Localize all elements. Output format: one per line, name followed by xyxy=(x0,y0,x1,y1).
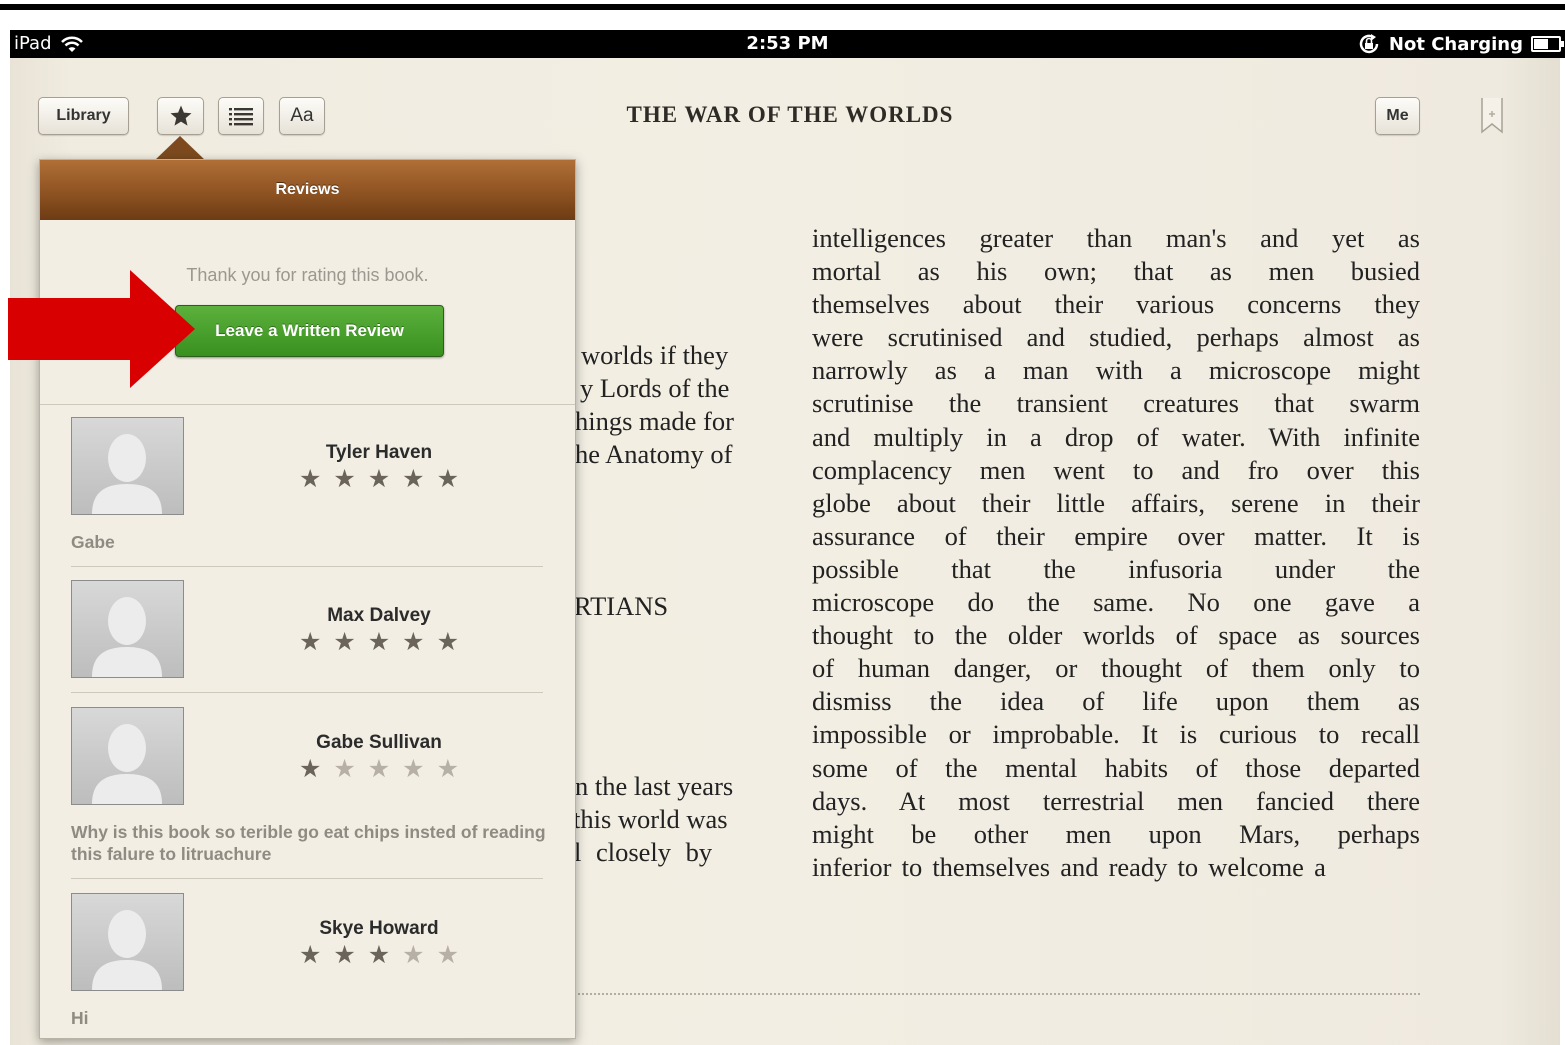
left-page-line: worlds if they xyxy=(581,340,729,370)
star-rating: ★ ★ ★ ★ ★ xyxy=(299,466,459,492)
star-rating: ★ ★ ★ ★ ★ xyxy=(299,942,459,968)
leave-review-button[interactable]: Leave a Written Review xyxy=(175,305,444,357)
table-of-contents-button[interactable] xyxy=(218,97,264,135)
review-text: Hi xyxy=(71,1008,89,1028)
left-page-line: l closely by xyxy=(574,837,713,867)
avatar-silhouette-icon xyxy=(92,910,162,990)
right-page-text: intelligences greater than man's and yet… xyxy=(812,222,1420,884)
text-line: complacency men went to and fro over thi… xyxy=(812,454,1420,485)
text-line: dismiss the idea of life upon them as xyxy=(812,686,1420,717)
left-page-heading: RTIANS xyxy=(574,591,669,621)
star-filled-icon: ★ xyxy=(333,464,356,493)
star-filled-icon: ★ xyxy=(299,940,322,969)
page-divider xyxy=(574,993,1420,995)
top-border xyxy=(0,4,1565,10)
annotation-arrow-icon xyxy=(8,270,195,388)
avatar-silhouette-icon xyxy=(92,724,162,804)
star-filled-icon: ★ xyxy=(367,464,391,493)
avatar xyxy=(71,707,184,805)
left-page-line: y Lords of the xyxy=(580,373,730,403)
star-rating: ★ ★ ★ ★ ★ xyxy=(299,756,459,782)
popover-caret xyxy=(155,136,205,160)
status-time: 2:53 PM xyxy=(746,33,829,54)
star-filled-icon: ★ xyxy=(367,940,391,969)
divider xyxy=(71,878,543,879)
text-line: and multiply in a drop of water. With in… xyxy=(812,421,1420,452)
star-icon xyxy=(170,105,191,126)
reviewer-name: Skye Howard xyxy=(319,918,439,939)
left-page-line: n the last years xyxy=(575,771,734,801)
me-button[interactable]: Me xyxy=(1375,97,1420,135)
text-line: thought to the older worlds of space as … xyxy=(812,620,1420,651)
list-icon xyxy=(229,108,253,126)
star-filled-icon: ★ xyxy=(333,627,356,656)
text-line: days. At most terrestrial men fancied th… xyxy=(812,785,1420,816)
rotation-lock-icon xyxy=(1359,34,1379,54)
status-bar: iPad 2:53 PM Not Charging xyxy=(10,30,1565,58)
arrow-shape xyxy=(8,270,195,388)
reviews-button[interactable] xyxy=(157,97,204,135)
star-filled-icon: ★ xyxy=(436,464,459,493)
text-line: narrowly as a man with a microscope migh… xyxy=(812,355,1420,386)
divider xyxy=(40,404,575,405)
star-filled-icon: ★ xyxy=(436,627,459,656)
star-filled-icon: ★ xyxy=(299,627,322,656)
status-bar-right: Not Charging xyxy=(1357,33,1564,55)
star-filled-icon: ★ xyxy=(299,754,322,783)
text-line: impossible or improbable. It is curious … xyxy=(812,719,1420,750)
avatar-silhouette-icon xyxy=(92,597,162,677)
font-settings-button[interactable]: Aa xyxy=(279,97,325,135)
battery-status-text: Not Charging xyxy=(1388,33,1523,55)
popover-title: Reviews xyxy=(40,160,575,220)
star-empty-icon: ★ xyxy=(333,754,356,783)
star-rating: ★ ★ ★ ★ ★ xyxy=(299,629,459,655)
text-line: themselves about their various concerns … xyxy=(812,289,1420,320)
divider xyxy=(71,692,543,693)
battery-icon xyxy=(1531,36,1564,52)
left-page-line: this world was xyxy=(573,804,728,834)
review-text: Gabe xyxy=(71,532,115,552)
divider xyxy=(71,566,543,567)
text-line: were scrutinised and studied, perhaps al… xyxy=(812,322,1420,353)
star-filled-icon: ★ xyxy=(333,940,356,969)
text-line: of human danger, or thought of them only… xyxy=(812,653,1420,684)
left-page-line: he Anatomy of xyxy=(575,439,733,469)
text-line: mortal as his own; that as men busied xyxy=(812,256,1420,287)
text-line: microscope do the same. No one gave a xyxy=(812,587,1420,618)
reviewer-name: Tyler Haven xyxy=(325,442,433,463)
avatar xyxy=(71,893,184,991)
star-filled-icon: ★ xyxy=(402,627,425,656)
star-empty-icon: ★ xyxy=(402,754,425,783)
text-line: intelligences greater than man's and yet… xyxy=(812,223,1420,253)
star-empty-icon: ★ xyxy=(402,940,425,969)
book-title: THE WAR OF THE WORLDS xyxy=(626,102,954,127)
reviewer-name: Max Dalvey xyxy=(327,605,431,626)
star-filled-icon: ★ xyxy=(402,464,425,493)
star-empty-icon: ★ xyxy=(436,940,459,969)
text-line: globe about their little affairs, serene… xyxy=(812,487,1420,518)
library-button[interactable]: Library xyxy=(38,97,129,135)
avatar xyxy=(71,580,184,678)
star-empty-icon: ★ xyxy=(436,754,459,783)
star-empty-icon: ★ xyxy=(367,754,391,783)
text-line: scrutinise the transient creatures that … xyxy=(812,388,1420,419)
avatar xyxy=(71,417,184,515)
text-line: some of the mental habits of those depar… xyxy=(812,752,1420,783)
star-filled-icon: ★ xyxy=(299,464,322,493)
avatar-silhouette-icon xyxy=(92,434,162,514)
text-line: possible that the infusoria under the xyxy=(812,553,1420,584)
left-page-line: hings made for xyxy=(575,406,734,436)
review-text: Why is this book so terible go eat chips… xyxy=(71,822,546,864)
reviewer-name: Gabe Sullivan xyxy=(316,732,442,753)
text-line: inferior to themselves and ready to welc… xyxy=(812,851,1326,882)
bookmark-icon[interactable] xyxy=(1481,98,1503,134)
star-filled-icon: ★ xyxy=(367,627,391,656)
text-line: might be other men upon Mars, perhaps xyxy=(812,818,1420,849)
text-line: assurance of their empire over matter. I… xyxy=(812,520,1420,551)
